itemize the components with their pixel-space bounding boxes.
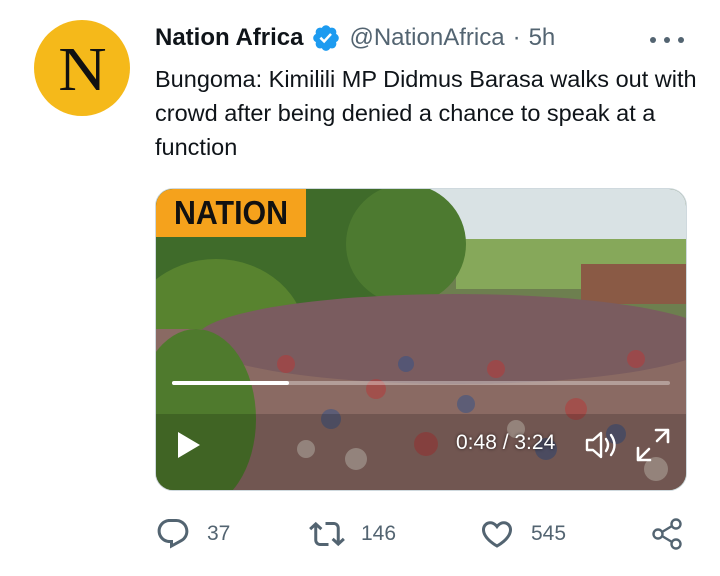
share-button[interactable] [649, 512, 685, 556]
video-player[interactable]: NATION 0:48 / 3:24 [155, 188, 687, 491]
video-progress-fill [172, 381, 290, 385]
tweet-text: Bungoma: Kimilili MP Didmus Barasa walks… [155, 66, 697, 160]
reply-count: 37 [207, 522, 231, 545]
author-name[interactable]: Nation Africa [155, 24, 303, 52]
nation-logo: NATION [156, 189, 306, 237]
retweet-count: 146 [361, 522, 397, 545]
author-avatar[interactable]: N [34, 20, 130, 116]
more-dot [664, 37, 670, 43]
tweet-timestamp[interactable]: 5h [529, 24, 556, 52]
tweet-header: Nation Africa @NationAfrica · 5h [155, 22, 555, 54]
header-separator: · [512, 24, 521, 51]
tweet-actions: 37 146 545 [155, 512, 695, 556]
retweet-button[interactable]: 146 [309, 512, 396, 556]
share-icon [652, 518, 682, 550]
video-progress-bar[interactable] [172, 381, 670, 385]
like-count: 545 [531, 522, 567, 545]
reply-icon [157, 519, 189, 549]
more-icon[interactable] [650, 28, 684, 52]
more-dot [650, 37, 656, 43]
fullscreen-icon[interactable] [634, 426, 672, 464]
avatar-letter: N [57, 36, 107, 104]
like-button[interactable]: 545 [479, 512, 566, 556]
retweet-icon [309, 521, 345, 547]
more-dot [678, 37, 684, 43]
reply-button[interactable]: 37 [155, 512, 230, 556]
nation-logo-text: NATION [173, 194, 289, 231]
verified-badge-icon [313, 25, 340, 51]
video-timecode: 0:48 / 3:24 [456, 431, 556, 454]
like-icon [481, 521, 513, 548]
play-icon[interactable] [176, 430, 202, 460]
author-handle[interactable]: @NationAfrica [349, 24, 504, 52]
volume-icon[interactable] [584, 429, 620, 461]
